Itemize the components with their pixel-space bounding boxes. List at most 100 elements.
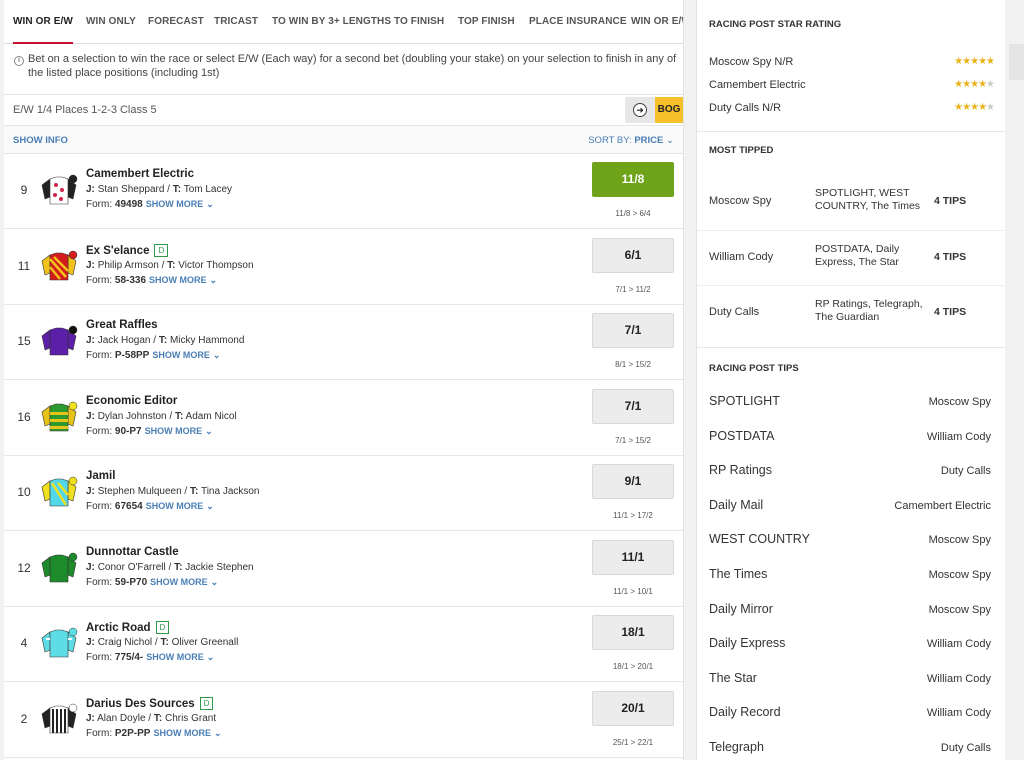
price-button[interactable]: 20/1 [592, 690, 674, 726]
show-more-link[interactable]: SHOW MORE [153, 728, 211, 738]
price-movement: 11/1 > 10/1 [613, 586, 653, 596]
rp-tip-row: Daily Mail Camembert Electric [709, 498, 991, 518]
jockey-name: Dylan Johnston [97, 410, 167, 422]
runner-name-line[interactable]: Darius Des Sources D [86, 696, 214, 710]
tab-win-only[interactable]: WIN ONLY [86, 0, 136, 44]
form-figures: 49498 [114, 199, 143, 210]
show-more-link[interactable]: SHOW MORE [152, 350, 210, 360]
page-edge [1005, 0, 1024, 760]
jockey-trainer: J: Jack Hogan / T: Micky Hammond [86, 335, 245, 346]
price-button[interactable]: 7/1 [592, 313, 674, 348]
rp-tip-row: Daily Record William Cody [709, 705, 991, 725]
tab-to-finish[interactable]: TO FINISH [394, 0, 444, 44]
runner-name[interactable]: Camembert Electric [86, 168, 194, 180]
tab-to-win-by-3-lengths[interactable]: TO WIN BY 3+ LENGTHS [272, 0, 391, 44]
bet-info-text: Bet on a selection to win the race or se… [28, 53, 677, 79]
show-more-link[interactable]: SHOW MORE [145, 426, 203, 436]
runner-name[interactable]: Economic Editor [86, 395, 177, 407]
runner-number: 9 [20, 183, 28, 197]
show-more-link[interactable]: SHOW MORE [149, 275, 207, 285]
tab-win-or-ew-2[interactable]: WIN OR E/W [631, 0, 683, 44]
bog-badge: BOG [655, 97, 683, 123]
cash-out-button[interactable]: ➜ [625, 97, 655, 123]
form-figures: 67654 [114, 501, 143, 512]
jockey-trainer: J: Conor O'Farrell / T: Jackie Stephen [86, 561, 254, 573]
price-button[interactable]: 9/1 [592, 464, 674, 499]
runner-name-line[interactable]: Economic Editor [86, 395, 177, 407]
runner-number: 2 [20, 711, 28, 726]
jockey-silk-icon [38, 624, 80, 660]
runner-row: 16 Economic Editor J: Dylan Johnston / T: … [4, 381, 683, 456]
rp-tip-publication: The Star [709, 670, 757, 685]
price-button[interactable]: 11/1 [592, 539, 674, 575]
runner-name-line[interactable]: Ex S'elance D [86, 243, 169, 257]
chevron-down-icon: ⌄ [213, 727, 222, 738]
price-movement: 8/1 > 15/2 [615, 360, 651, 369]
runner-name[interactable]: Great Raffles [86, 319, 158, 331]
star-rating-horse: Camembert Electric [709, 79, 806, 91]
show-more-link[interactable]: SHOW MORE [146, 652, 204, 662]
runner-name[interactable]: Dunnottar Castle [86, 546, 179, 558]
runner-row: 9 Camembert Electric J: Stan Sheppard / T:… [4, 154, 683, 229]
market-tabs: WIN OR E/W WIN ONLY FORECAST TRICAST TO … [4, 0, 683, 44]
price-button[interactable]: 7/1 [592, 388, 674, 424]
jockey-name: Jack Hogan [97, 335, 151, 346]
form-line: Form: P2P-PP SHOW MORE ⌄ [86, 727, 222, 739]
runner-name[interactable]: Arctic Road [86, 622, 151, 634]
trainer-name: Oliver Greenall [171, 637, 239, 648]
rp-tip-runner: William Cody [926, 672, 991, 685]
runner-row: 2 Darius Des Sources D J: Alan Doyle / T: C… [4, 683, 683, 758]
price-button[interactable]: 11/8 [592, 162, 674, 197]
chevron-down-icon: ⌄ [205, 425, 213, 436]
star-rating-row: Camembert Electric ★★★★★ [709, 79, 995, 91]
rp-tip-row: SPOTLIGHT Moscow Spy [709, 394, 991, 414]
most-tipped-horse: Moscow Spy [709, 195, 772, 207]
runner-name[interactable]: Darius Des Sources [86, 698, 195, 710]
runner-number: 11 [17, 258, 31, 273]
tab-tricast[interactable]: TRICAST [214, 0, 258, 44]
sort-by-dropdown[interactable]: SORT BY: PRICE ⌄ [588, 135, 674, 146]
form-line: Form: 58-336 SHOW MORE ⌄ [86, 274, 218, 286]
jockey-silk-icon [38, 322, 80, 358]
trainer-name: Adam Nicol [185, 410, 237, 422]
price-button[interactable]: 6/1 [592, 237, 674, 273]
price-movement: 18/1 > 20/1 [612, 662, 654, 671]
most-tipped-sources: SPOTLIGHT, WEST COUNTRY, The Times [815, 187, 921, 212]
rp-tip-row: WEST COUNTRY Moscow Spy [709, 532, 991, 552]
runner-name-line[interactable]: Dunnottar Castle [86, 546, 179, 558]
form-line: Form: 59-P70 SHOW MORE ⌄ [86, 576, 219, 588]
runner-number: 12 [17, 560, 31, 575]
jockey-name: Conor O'Farrell [97, 561, 166, 573]
trainer-label: T: [174, 561, 183, 573]
tab-place-insurance[interactable]: PLACE INSURANCE [529, 0, 627, 44]
rp-tip-runner: Moscow Spy [928, 534, 991, 547]
chevron-down-icon: ⌄ [206, 501, 214, 511]
show-more-link[interactable]: SHOW MORE [146, 199, 204, 209]
trainer-name: Tina Jackson [200, 486, 260, 497]
most-tipped-sources: RP Ratings, Telegraph, The Guardian [815, 298, 923, 323]
price-movement: 11/8 > 6/4 [615, 209, 651, 218]
runner-name-line[interactable]: Great Raffles [86, 319, 158, 331]
rp-tip-publication: Daily Mail [709, 497, 764, 512]
chevron-down-icon: ⌄ [210, 576, 219, 587]
show-more-link[interactable]: SHOW MORE [150, 577, 208, 587]
jockey-label: J: [86, 184, 95, 195]
star-rating-section: RACING POST STAR RATING Moscow Spy N/R ★★… [697, 0, 1006, 132]
sort-by-value: PRICE [634, 135, 664, 146]
runner-name-line[interactable]: Camembert Electric [86, 168, 194, 180]
runner-number: 15 [17, 334, 31, 348]
tab-win-or-ew[interactable]: WIN OR E/W [13, 0, 73, 44]
runner-name[interactable]: Ex S'elance [86, 245, 149, 257]
price-button[interactable]: 18/1 [592, 615, 674, 650]
runner-name-line[interactable]: Arctic Road D [86, 621, 170, 634]
jockey-trainer: J: Philip Armson / T: Victor Thompson [86, 259, 254, 271]
rp-tips-title: RACING POST TIPS [709, 363, 799, 374]
show-info-link[interactable]: SHOW INFO [13, 135, 68, 146]
runner-name-line[interactable]: Jamil [86, 470, 115, 482]
show-more-link[interactable]: SHOW MORE [146, 501, 204, 511]
trainer-label: T: [153, 712, 163, 724]
runner-name[interactable]: Jamil [86, 470, 115, 482]
tab-top-finish[interactable]: TOP FINISH [458, 0, 515, 44]
tab-forecast[interactable]: FORECAST [148, 0, 204, 44]
rp-tip-runner: Duty Calls [940, 465, 991, 478]
